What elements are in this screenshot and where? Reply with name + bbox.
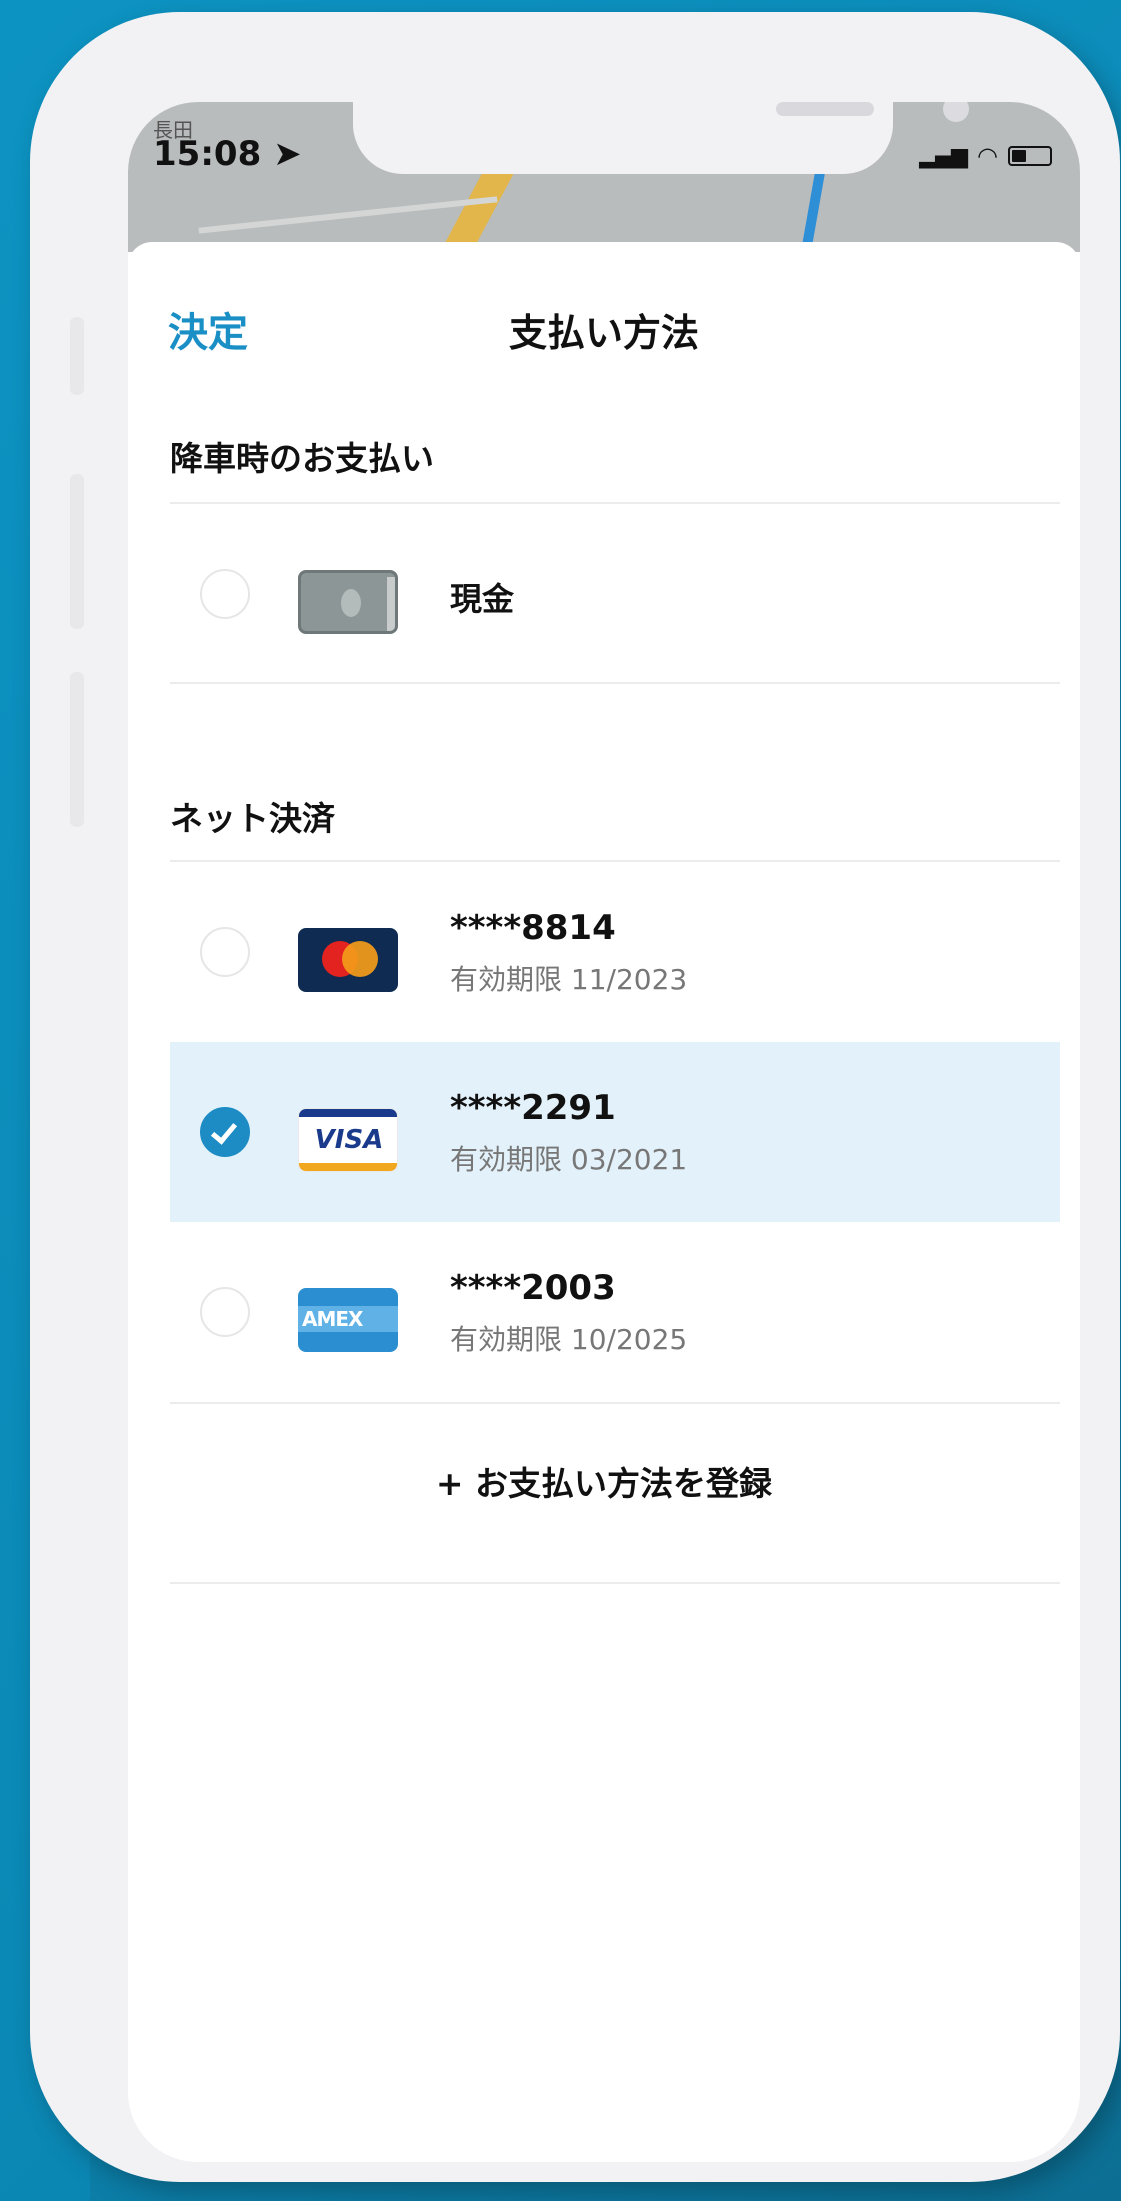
- divider: [170, 682, 1060, 684]
- payment-option-card-selected[interactable]: VISA ****2291 有効期限 03/2021: [170, 1042, 1060, 1222]
- card-expiry: 有効期限 11/2023: [450, 963, 688, 996]
- card-expiry: 有効期限 03/2021: [450, 1143, 688, 1176]
- status-icons: ▂▄▆ ◠: [919, 142, 1052, 170]
- payment-option-card[interactable]: ****8814 有効期限 11/2023: [170, 862, 1060, 1042]
- radio-button[interactable]: [200, 1287, 250, 1337]
- radio-button[interactable]: [200, 927, 250, 977]
- phone-mute-switch: [70, 317, 84, 395]
- phone-frame: 長田 15:08 ➤ ▂▄▆ ◠ 支払い方法 決定 降車時のお支払い 現金 ネッ…: [30, 12, 1120, 2182]
- section-title-on-arrival: 降車時のお支払い: [170, 439, 434, 478]
- divider: [170, 1402, 1060, 1404]
- mastercard-icon: [298, 928, 398, 992]
- wifi-icon: ◠: [977, 142, 998, 170]
- radio-button-checked[interactable]: [200, 1107, 250, 1157]
- radio-button[interactable]: [200, 569, 250, 619]
- card-expiry: 有効期限 10/2025: [450, 1323, 688, 1356]
- cash-icon: [298, 570, 398, 634]
- add-payment-method-button[interactable]: + お支払い方法を登録: [128, 1457, 1080, 1505]
- divider: [170, 1582, 1060, 1584]
- status-time: 15:08 ➤: [153, 134, 302, 174]
- phone-notch: [353, 102, 969, 174]
- done-button[interactable]: 決定: [168, 300, 248, 358]
- speaker-grille: [776, 102, 874, 116]
- card-number: ****2003: [450, 1268, 616, 1308]
- visa-icon: VISA: [298, 1108, 398, 1172]
- card-number: ****8814: [450, 908, 616, 948]
- amex-icon: AMEX: [298, 1288, 398, 1352]
- payment-option-card[interactable]: AMEX ****2003 有効期限 10/2025: [170, 1222, 1060, 1402]
- payment-option-cash[interactable]: 現金: [170, 504, 1060, 684]
- phone-volume-up: [70, 474, 84, 629]
- page-title: 支払い方法: [508, 311, 699, 355]
- payment-option-label: 現金: [450, 580, 515, 618]
- signal-icon: ▂▄▆: [919, 143, 968, 169]
- payment-method-sheet: 支払い方法 決定 降車時のお支払い 現金 ネット決済 ****8814 有効期限…: [128, 242, 1080, 2162]
- section-title-online: ネット決済: [170, 799, 335, 838]
- phone-screen: 長田 15:08 ➤ ▂▄▆ ◠ 支払い方法 決定 降車時のお支払い 現金 ネッ…: [128, 102, 1080, 2162]
- card-number: ****2291: [450, 1088, 616, 1128]
- battery-icon: [1008, 146, 1052, 166]
- phone-volume-down: [70, 672, 84, 827]
